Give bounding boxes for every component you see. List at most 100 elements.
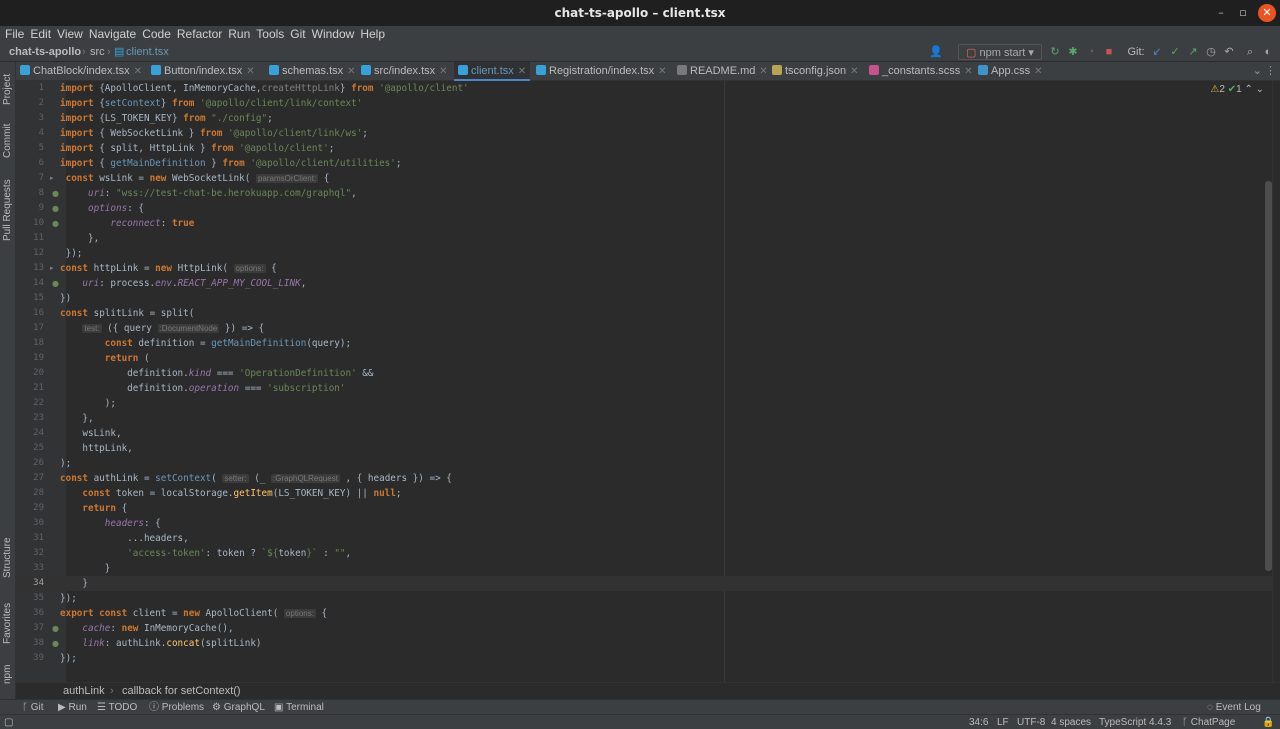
line-separator[interactable]: LF: [997, 715, 1009, 729]
indent-setting[interactable]: 4 spaces: [1051, 715, 1091, 729]
minimize-icon[interactable]: –: [1212, 4, 1230, 22]
menu-run[interactable]: Run: [225, 26, 253, 42]
layout-icon[interactable]: ▢: [4, 715, 13, 729]
tool-structure[interactable]: Structure: [0, 532, 16, 584]
prev-highlight-icon[interactable]: ⌃: [1244, 84, 1252, 95]
close-icon[interactable]: ✕: [850, 66, 858, 77]
lock-icon[interactable]: 🔒: [1262, 715, 1274, 729]
graphql-icon: ⚙: [212, 702, 221, 713]
tsx-file-icon: [361, 65, 371, 75]
tab-tsconfig[interactable]: tsconfig.json ✕: [772, 62, 859, 81]
close-icon[interactable]: ✕: [1258, 4, 1276, 22]
terminal-icon: ▣: [274, 702, 284, 713]
tool-pull-requests[interactable]: Pull Requests: [0, 174, 16, 246]
event-log-label: Event Log: [1215, 702, 1261, 713]
language-version[interactable]: TypeScript 4.4.3: [1099, 715, 1171, 729]
file-encoding[interactable]: UTF-8: [1017, 715, 1045, 729]
run-config-label: npm start: [979, 47, 1026, 59]
code-line: 36 export const client = new ApolloClient…: [33, 608, 328, 619]
caret-position[interactable]: 34:6: [969, 715, 988, 729]
maximize-icon[interactable]: ▫: [1234, 4, 1252, 22]
ide-updates-icon[interactable]: ◐: [1262, 44, 1274, 60]
tool-window-bar: ᚴ Git ▶ Run ☰ TODO ⓘ Problems ⚙ GraphQL …: [0, 699, 1280, 714]
close-icon[interactable]: ✕: [759, 66, 767, 77]
tab-client[interactable]: client.tsx ✕: [454, 62, 531, 81]
code-line: 29 return {: [33, 503, 128, 514]
tool-todo[interactable]: ☰ TODO: [97, 700, 137, 715]
tsx-file-icon: [458, 65, 468, 75]
close-icon[interactable]: ✕: [439, 66, 447, 77]
breadcrumb-folder[interactable]: src: [90, 42, 105, 62]
code-line: 8 ● uri: "wss://test-chat-be.herokuapp.co…: [38, 188, 357, 199]
rerun-icon[interactable]: ↻: [1049, 44, 1061, 60]
editor-scrollbar[interactable]: [1265, 181, 1272, 571]
tool-graphql[interactable]: ⚙ GraphQL: [212, 700, 265, 715]
tab-src-index[interactable]: src/index.tsx ✕: [361, 62, 448, 81]
code-line: 7 ▸ const wsLink = new WebSocketLink( par…: [38, 173, 330, 184]
tabs-dropdown-icon[interactable]: ⌄: [1253, 62, 1262, 81]
menu-edit[interactable]: Edit: [27, 26, 54, 42]
menu-navigate[interactable]: Navigate: [86, 26, 139, 42]
inspection-widget[interactable]: ⚠2 ✔1 ⌃ ⌄: [1210, 84, 1264, 95]
menu-tools[interactable]: Tools: [253, 26, 287, 42]
close-icon[interactable]: ✕: [1034, 66, 1042, 77]
event-log[interactable]: ◌ Event Log: [1207, 700, 1261, 715]
menu-file[interactable]: File: [0, 26, 27, 42]
rollback-icon[interactable]: ↶: [1223, 44, 1235, 60]
close-icon[interactable]: ✕: [246, 66, 254, 77]
run-config-select[interactable]: ▢ npm start ▾: [958, 44, 1042, 60]
code-editor[interactable]: 1 import {ApolloClient, InMemoryCache,cre…: [16, 81, 1272, 682]
tool-terminal[interactable]: ▣ Terminal: [274, 700, 324, 715]
code-line: 17 test: ({ query :DocumentNode }) => {: [33, 323, 265, 334]
tool-run[interactable]: ▶ Run: [58, 700, 87, 715]
stop-icon[interactable]: ■: [1103, 44, 1115, 60]
menu-help[interactable]: Help: [357, 26, 388, 42]
close-icon[interactable]: ✕: [658, 66, 666, 77]
menu-code[interactable]: Code: [139, 26, 174, 42]
git-commit-icon[interactable]: ✓: [1169, 44, 1181, 60]
code-line: 32 'access-token': token ? `${token}` : …: [33, 548, 352, 559]
tab-chatblock-index[interactable]: ChatBlock/index.tsx ✕: [20, 62, 142, 81]
close-icon[interactable]: ✕: [134, 66, 142, 77]
next-highlight-icon[interactable]: ⌄: [1256, 84, 1264, 95]
tabs-menu-icon[interactable]: ⋮: [1265, 62, 1276, 81]
tool-commit[interactable]: Commit: [0, 120, 16, 162]
git-push-icon[interactable]: ↗: [1187, 44, 1199, 60]
search-icon[interactable]: ⌕: [1244, 44, 1256, 60]
problems-icon: ⓘ: [149, 702, 159, 713]
close-icon[interactable]: ✕: [964, 66, 972, 77]
tab-label: src/index.tsx: [374, 65, 436, 77]
debug-icon[interactable]: ✱: [1067, 44, 1079, 60]
close-icon[interactable]: ✕: [518, 66, 526, 77]
code-line: 25 httpLink,: [33, 443, 133, 454]
breadcrumb-project[interactable]: chat-ts-apollo: [9, 42, 81, 62]
code-line: 12 });: [33, 248, 83, 259]
history-icon[interactable]: ◷: [1205, 44, 1217, 60]
tab-constants-scss[interactable]: _constants.scss ✕: [869, 62, 973, 81]
git-update-icon[interactable]: ↙: [1151, 44, 1163, 60]
tab-readme[interactable]: README.md ✕: [677, 62, 768, 81]
close-icon[interactable]: ✕: [347, 66, 355, 77]
breadcrumb-file[interactable]: client.tsx: [126, 42, 169, 62]
profile-icon[interactable]: ◔: [1085, 44, 1097, 60]
menu-view[interactable]: View: [54, 26, 86, 42]
menu-window[interactable]: Window: [309, 26, 358, 42]
tab-registration-index[interactable]: Registration/index.tsx ✕: [536, 62, 667, 81]
user-icon[interactable]: 👤: [926, 44, 946, 60]
tab-schemas[interactable]: schemas.tsx ✕: [269, 62, 356, 81]
breadcrumb-authlink[interactable]: authLink: [63, 683, 105, 699]
title-bar: chat-ts-apollo – client.tsx – ▫ ✕: [0, 0, 1280, 26]
git-branch[interactable]: ᚴ ChatPage: [1182, 715, 1235, 729]
tool-git[interactable]: ᚴ Git: [22, 700, 44, 715]
tab-app-css[interactable]: App.css ✕: [978, 62, 1043, 81]
tool-project[interactable]: Project: [0, 66, 16, 112]
menu-git[interactable]: Git: [287, 26, 308, 42]
tool-npm[interactable]: npm: [0, 658, 16, 690]
code-line: 5 import { split, HttpLink } from '@apoll…: [38, 143, 335, 154]
tool-problems[interactable]: ⓘ Problems: [149, 700, 204, 715]
tab-button-index[interactable]: Button/index.tsx ✕: [151, 62, 255, 81]
tool-favorites[interactable]: Favorites: [0, 596, 16, 650]
breadcrumb-callback[interactable]: callback for setContext(): [122, 683, 241, 699]
editor-breadcrumb: authLink › callback for setContext(): [16, 682, 1280, 699]
menu-refactor[interactable]: Refactor: [174, 26, 225, 42]
